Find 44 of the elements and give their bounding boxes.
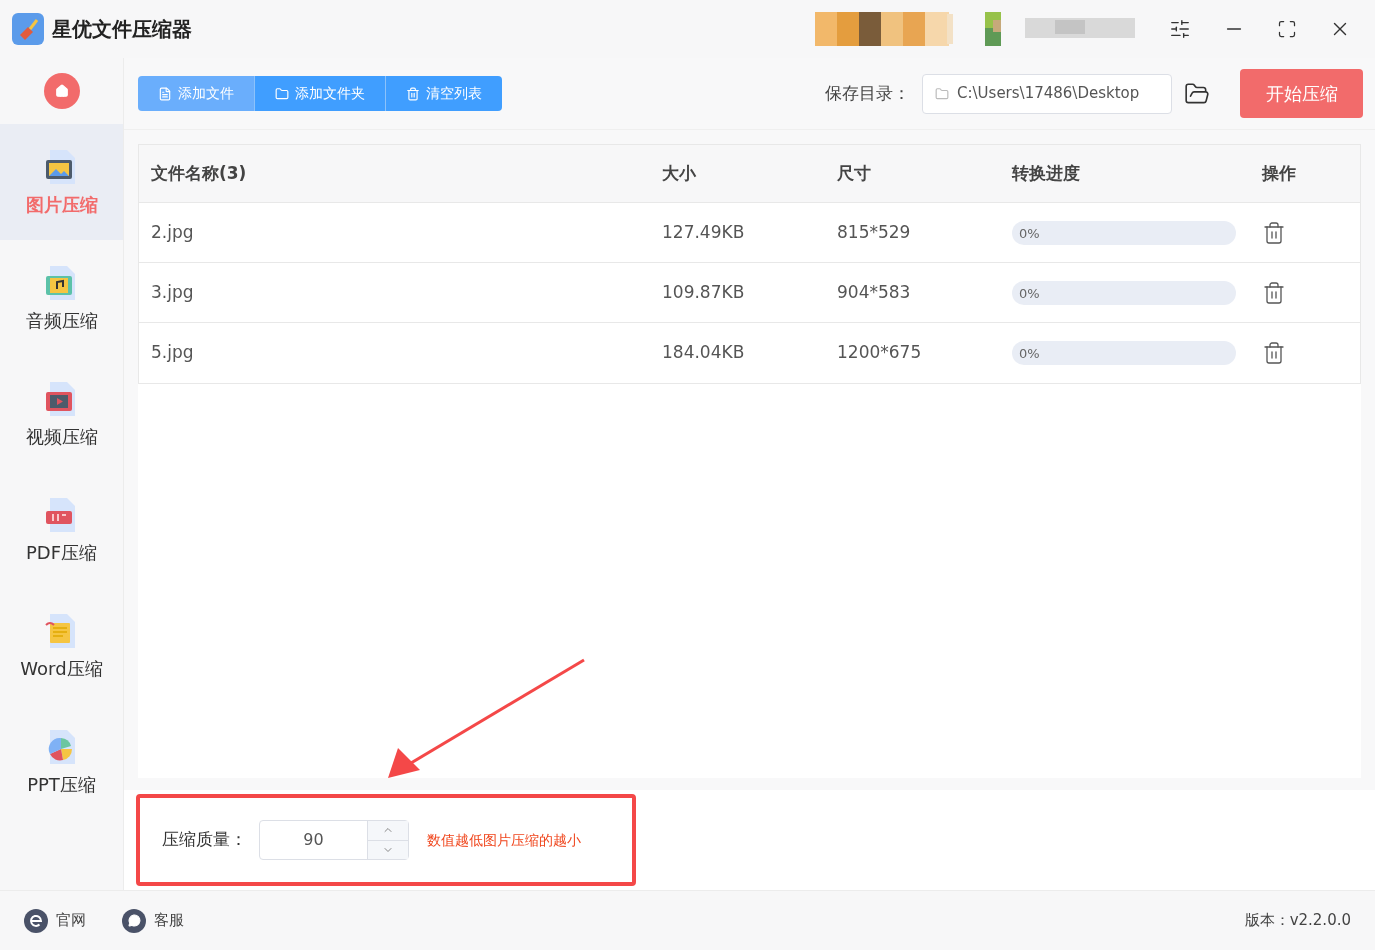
table-cell-text: 904*583	[837, 280, 912, 304]
table-cell-text: 815*529	[837, 220, 912, 244]
sidebar-item[interactable]: 音频压缩	[0, 240, 123, 356]
sidebar-item[interactable]: Word压缩	[0, 588, 123, 704]
progress-reading: 0%	[1019, 345, 1040, 363]
home-icon	[54, 84, 69, 98]
app-logo	[12, 13, 44, 45]
column-header: 文件名称(3)	[151, 161, 248, 185]
document-icon	[158, 86, 172, 101]
table-cell-text: 5.jpg	[151, 341, 195, 365]
delete-icon[interactable]	[1262, 341, 1286, 365]
quality-label: 压缩质量：	[162, 828, 247, 852]
version-text: 版本：v2.2.0.0	[1244, 910, 1351, 932]
sidebar-item[interactable]: 视频压缩	[0, 356, 123, 472]
delete-icon[interactable]	[1262, 280, 1286, 305]
column-header: 尺寸	[837, 161, 872, 185]
column-header: 转换进度	[1012, 161, 1081, 185]
browser-icon	[24, 908, 48, 933]
table-cell-text: 127.49KB	[662, 220, 746, 244]
folder-icon	[935, 86, 949, 101]
progress-reading: 0%	[1019, 224, 1040, 243]
footer-link[interactable]: 客服	[122, 908, 184, 933]
folder-icon	[275, 86, 289, 101]
settings-icon[interactable]	[1169, 18, 1191, 40]
sidebar-item[interactable]: PDF压缩	[0, 472, 123, 588]
home-button[interactable]	[43, 73, 80, 109]
column-header: 大小	[662, 161, 697, 185]
table-cell-text: 1200*675	[837, 341, 923, 365]
table-cell-text: 184.04KB	[662, 341, 746, 365]
quality-hint: 数值越低图片压缩的越小	[427, 830, 581, 850]
delete-icon[interactable]	[1262, 220, 1286, 245]
save-dir-field[interactable]: C:\Users\17486\Desktop	[922, 73, 1172, 114]
footer-link[interactable]: 官网	[24, 908, 86, 933]
sidebar-item[interactable]: PPT压缩	[0, 704, 123, 820]
maximize-icon[interactable]	[1277, 19, 1297, 39]
app-title: 星优文件压缩器	[52, 16, 192, 43]
table-cell-text: 109.87KB	[662, 280, 746, 304]
table-cell-text: 3.jpg	[151, 280, 195, 304]
save-dir-label: 保存目录：	[825, 81, 910, 105]
trash-icon	[406, 86, 420, 101]
progress-reading: 0%	[1019, 284, 1040, 303]
column-header: 操作	[1262, 161, 1297, 185]
table-cell-text: 2.jpg	[151, 220, 195, 244]
chat-icon	[122, 908, 146, 933]
